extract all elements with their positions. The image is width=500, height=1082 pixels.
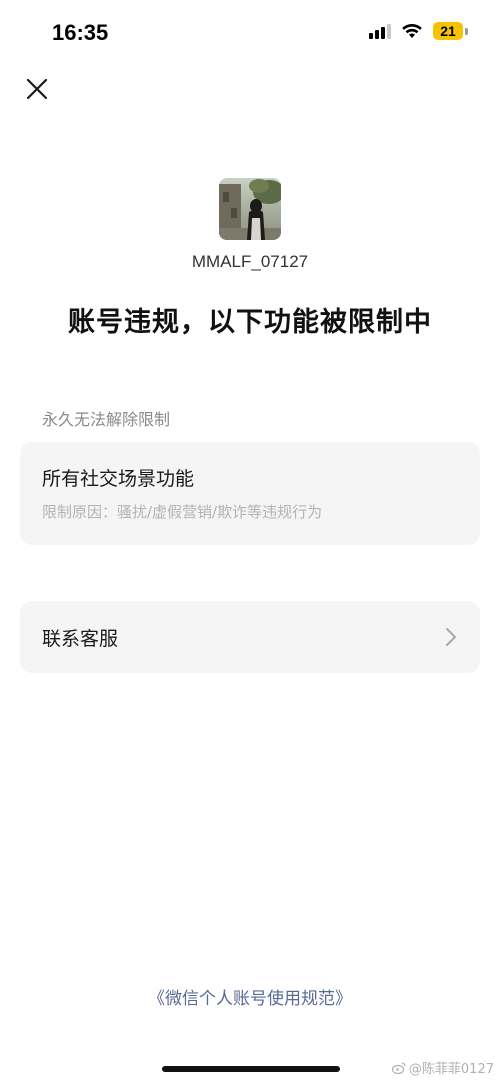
watermark: @陈菲菲0127: [391, 1058, 494, 1077]
restriction-reason: 限制原因：骚扰/虚假营销/欺诈等违规行为: [42, 503, 323, 521]
status-time: 16:35: [52, 20, 109, 45]
usage-policy-link[interactable]: 《微信个人账号使用规范》: [0, 984, 500, 1009]
battery-level: 21: [433, 22, 463, 40]
restriction-title: 所有社交场景功能: [42, 468, 195, 490]
username: MMALF_07127: [191, 252, 309, 271]
contact-support-button[interactable]: 联系客服: [20, 601, 480, 673]
chevron-right-icon: [446, 628, 456, 646]
status-bar: 16:35 21: [0, 0, 500, 64]
restriction-card: 所有社交场景功能 限制原因：骚扰/虚假营销/欺诈等违规行为: [20, 442, 480, 545]
cellular-signal-icon: [369, 23, 391, 39]
weibo-icon: [391, 1061, 406, 1074]
close-button[interactable]: [22, 74, 52, 104]
status-icons: 21: [369, 22, 468, 40]
avatar: [219, 178, 281, 240]
restriction-section-label: 永久无法解除限制: [42, 410, 171, 429]
close-icon: [26, 78, 48, 100]
contact-support-label: 联系客服: [42, 627, 119, 650]
battery-icon: 21: [433, 22, 468, 40]
page-title: 账号违规，以下功能被限制中: [68, 307, 432, 338]
watermark-text: @陈菲菲0127: [408, 1062, 494, 1077]
home-indicator[interactable]: [162, 1066, 340, 1072]
wifi-icon: [402, 23, 422, 38]
